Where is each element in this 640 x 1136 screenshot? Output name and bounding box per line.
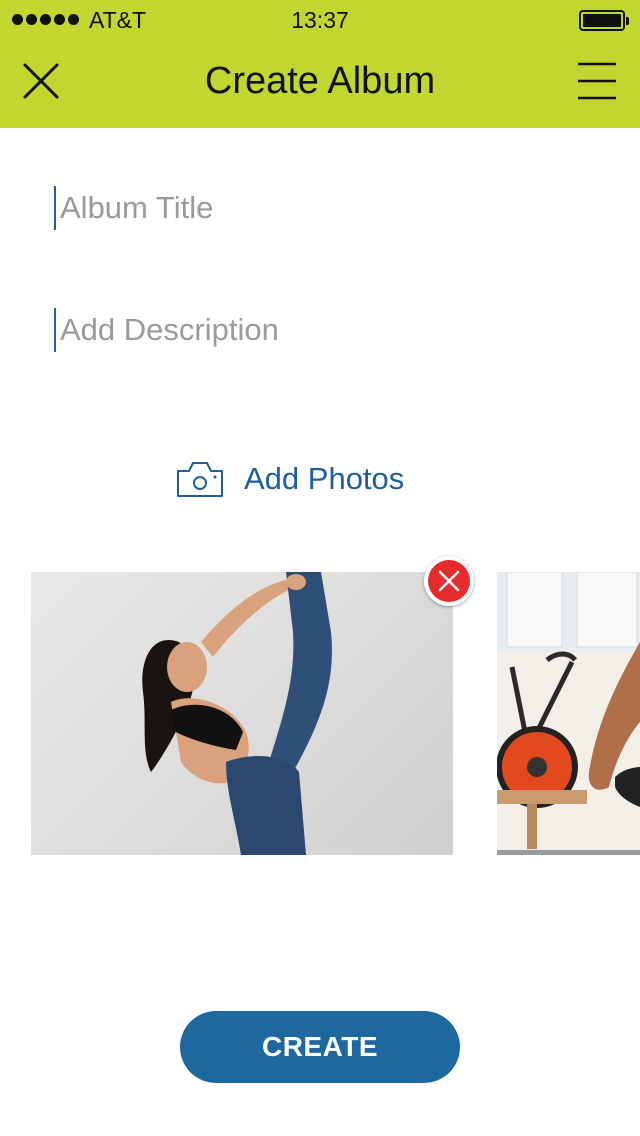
battery-icon: [579, 10, 629, 31]
gym-illustration: [497, 572, 640, 855]
remove-x-icon: [438, 570, 460, 592]
create-album-screen: AT&T 13:37 Create Album Album Title Add …: [0, 0, 640, 1136]
create-button[interactable]: CREATE: [180, 1011, 460, 1083]
album-title-input[interactable]: [54, 186, 614, 230]
dancer-illustration: [142, 572, 332, 855]
album-description-input[interactable]: [54, 308, 614, 352]
gym-photo[interactable]: [497, 572, 640, 855]
status-time: 13:37: [291, 7, 349, 33]
camera-icon: [177, 462, 223, 497]
add-photos-button[interactable]: Add Photos: [176, 460, 404, 498]
remove-photo-button[interactable]: [424, 556, 474, 606]
page-title: Create Album: [204, 60, 436, 102]
battery-fill: [583, 14, 621, 27]
menu-button[interactable]: [574, 60, 620, 104]
hamburger-menu-icon: [578, 62, 616, 100]
status-bar: AT&T 13:37: [0, 0, 640, 40]
header: AT&T 13:37 Create Album: [0, 0, 640, 128]
nav-bar: Create Album: [0, 40, 640, 128]
add-photos-label: Add Photos: [244, 461, 405, 496]
dancer-photo[interactable]: [31, 572, 453, 855]
